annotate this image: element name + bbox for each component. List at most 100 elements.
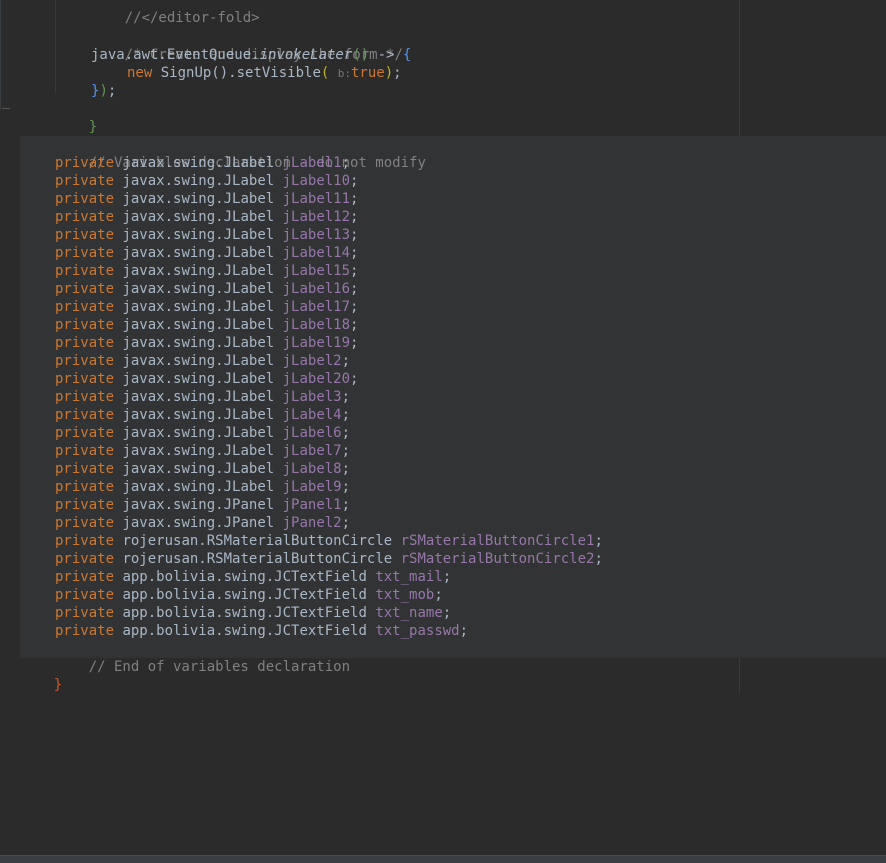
modifier-keyword: private — [55, 479, 115, 495]
end-variables-comment: // End of variables declaration — [88, 659, 351, 675]
field-name: jLabel13 — [282, 227, 351, 243]
declaration-line[interactable]: private javax.swing.JLabel jLabel4; — [55, 406, 350, 424]
class-close-brace: } — [53, 677, 63, 693]
declaration-line[interactable]: private app.bolivia.swing.JCTextField tx… — [55, 604, 451, 622]
declaration-line[interactable]: private javax.swing.JLabel jLabel7; — [55, 442, 350, 460]
code-line-var-comment-start[interactable]: // Variables declaration - do not modify — [55, 136, 426, 171]
modifier-keyword: private — [55, 317, 115, 333]
code-line-var-comment-end[interactable]: // End of variables declaration — [55, 640, 350, 675]
lambda-close-paren: ) — [99, 83, 108, 99]
modifier-keyword: private — [55, 209, 115, 225]
semicolon: ; — [341, 353, 351, 369]
declaration-line[interactable]: private app.bolivia.swing.JCTextField tx… — [55, 586, 443, 604]
declaration-type: javax.swing.JLabel — [122, 227, 275, 243]
declaration-type: javax.swing.JLabel — [122, 353, 275, 369]
declaration-line[interactable]: private app.bolivia.swing.JCTextField tx… — [55, 622, 468, 640]
semicolon: ; — [434, 587, 443, 603]
declaration-type: javax.swing.JLabel — [122, 155, 275, 171]
method-close-brace: } — [88, 119, 98, 135]
semicolon: ; — [341, 479, 351, 495]
fold-end-marker[interactable] — [2, 108, 10, 109]
modifier-keyword: private — [55, 533, 115, 549]
declaration-line[interactable]: private app.bolivia.swing.JCTextField tx… — [55, 568, 451, 586]
declaration-line[interactable]: private javax.swing.JLabel jLabel16; — [55, 280, 358, 298]
declaration-type: javax.swing.JPanel — [122, 515, 275, 531]
field-name: jPanel1 — [282, 497, 342, 513]
semicolon: ; — [350, 299, 359, 315]
semicolon: ; — [341, 155, 351, 171]
field-name: jLabel16 — [282, 281, 351, 297]
semicolon: ; — [341, 443, 351, 459]
declaration-type: javax.swing.JLabel — [122, 317, 275, 333]
semicolon: ; — [350, 281, 359, 297]
declaration-line[interactable]: private javax.swing.JLabel jLabel9; — [55, 478, 350, 496]
semicolon: ; — [341, 389, 351, 405]
field-name: jLabel2 — [282, 353, 342, 369]
field-name: jLabel1 — [282, 155, 342, 171]
declaration-line[interactable]: private javax.swing.JLabel jLabel1; — [55, 154, 350, 172]
code-line-fold-comment[interactable]: //</editor-fold> — [91, 0, 260, 26]
declaration-line[interactable]: private javax.swing.JLabel jLabel19; — [55, 334, 358, 352]
field-name: txt_name — [375, 605, 443, 621]
lambda-open-paren: () — [352, 47, 370, 63]
semicolon: ; — [341, 425, 351, 441]
declaration-line[interactable]: private javax.swing.JLabel jLabel8; — [55, 460, 350, 478]
code-line-set-visible[interactable]: new SignUp().setVisible( b:true); — [127, 64, 402, 82]
declaration-line[interactable]: private rojerusan.RSMaterialButtonCircle… — [55, 550, 603, 568]
declaration-line[interactable]: private javax.swing.JLabel jLabel6; — [55, 424, 350, 442]
modifier-keyword: private — [55, 515, 115, 531]
declaration-line[interactable]: private javax.swing.JLabel jLabel15; — [55, 262, 358, 280]
modifier-keyword: private — [55, 245, 115, 261]
field-name: jLabel9 — [282, 479, 342, 495]
declaration-line[interactable]: private javax.swing.JLabel jLabel17; — [55, 298, 358, 316]
declaration-type: javax.swing.JLabel — [122, 479, 275, 495]
declaration-line[interactable]: private javax.swing.JLabel jLabel11; — [55, 190, 358, 208]
invoke-method: invokeLater — [259, 47, 353, 63]
declaration-line[interactable]: private javax.swing.JPanel jPanel2; — [55, 514, 350, 532]
field-name: jLabel14 — [282, 245, 351, 261]
declaration-line[interactable]: private rojerusan.RSMaterialButtonCircle… — [55, 532, 603, 550]
code-line-lambda-close[interactable]: }); — [91, 82, 116, 100]
declaration-line[interactable]: private javax.swing.JLabel jLabel10; — [55, 172, 358, 190]
declaration-type: app.bolivia.swing.JCTextField — [122, 587, 367, 603]
declaration-line[interactable]: private javax.swing.JLabel jLabel18; — [55, 316, 358, 334]
declaration-type: app.bolivia.swing.JCTextField — [122, 605, 367, 621]
declaration-type: javax.swing.JLabel — [122, 263, 275, 279]
semicolon: ; — [341, 497, 351, 513]
declaration-line[interactable]: private javax.swing.JLabel jLabel2; — [55, 352, 350, 370]
modifier-keyword: private — [55, 353, 115, 369]
declaration-line[interactable]: private javax.swing.JPanel jPanel1; — [55, 496, 350, 514]
lambda-open-brace: { — [402, 47, 412, 63]
declaration-line[interactable]: private javax.swing.JLabel jLabel12; — [55, 208, 358, 226]
modifier-keyword: private — [55, 587, 115, 603]
modifier-keyword: private — [55, 407, 115, 423]
declaration-line[interactable]: private javax.swing.JLabel jLabel20; — [55, 370, 358, 388]
declaration-line[interactable]: private javax.swing.JLabel jLabel13; — [55, 226, 358, 244]
field-name: txt_mail — [375, 569, 443, 585]
parameter-hint: b: — [337, 67, 351, 80]
field-name: rSMaterialButtonCircle2 — [400, 551, 595, 567]
modifier-keyword: private — [55, 461, 115, 477]
code-line-method-close[interactable]: } — [55, 100, 97, 135]
code-line-comment-create[interactable]: /* Create and display the form */ — [91, 28, 403, 63]
field-name: jLabel8 — [282, 461, 342, 477]
editor-fold-comment: //</editor-fold> — [124, 10, 260, 26]
modifier-keyword: private — [55, 227, 115, 243]
field-name: jLabel18 — [282, 317, 351, 333]
declaration-type: javax.swing.JLabel — [122, 335, 275, 351]
true-keyword: true — [351, 65, 385, 81]
modifier-keyword: private — [55, 155, 115, 171]
declaration-line[interactable]: private javax.swing.JLabel jLabel14; — [55, 244, 358, 262]
declaration-type: app.bolivia.swing.JCTextField — [122, 569, 367, 585]
declaration-type: javax.swing.JLabel — [122, 443, 275, 459]
code-editor[interactable]: //</editor-fold> /* Create and display t… — [0, 0, 886, 863]
modifier-keyword: private — [55, 299, 115, 315]
declaration-type: javax.swing.JLabel — [122, 191, 275, 207]
declaration-type: javax.swing.JLabel — [122, 407, 275, 423]
code-line-invoke-later[interactable]: java.awt.EventQueue.invokeLater() -> { — [91, 46, 411, 64]
declaration-line[interactable]: private javax.swing.JLabel jLabel3; — [55, 388, 350, 406]
invoke-prefix: java.awt.EventQueue. — [91, 47, 260, 63]
modifier-keyword: private — [55, 443, 115, 459]
field-name: jLabel19 — [282, 335, 351, 351]
code-line-class-close[interactable]: } — [20, 658, 62, 693]
